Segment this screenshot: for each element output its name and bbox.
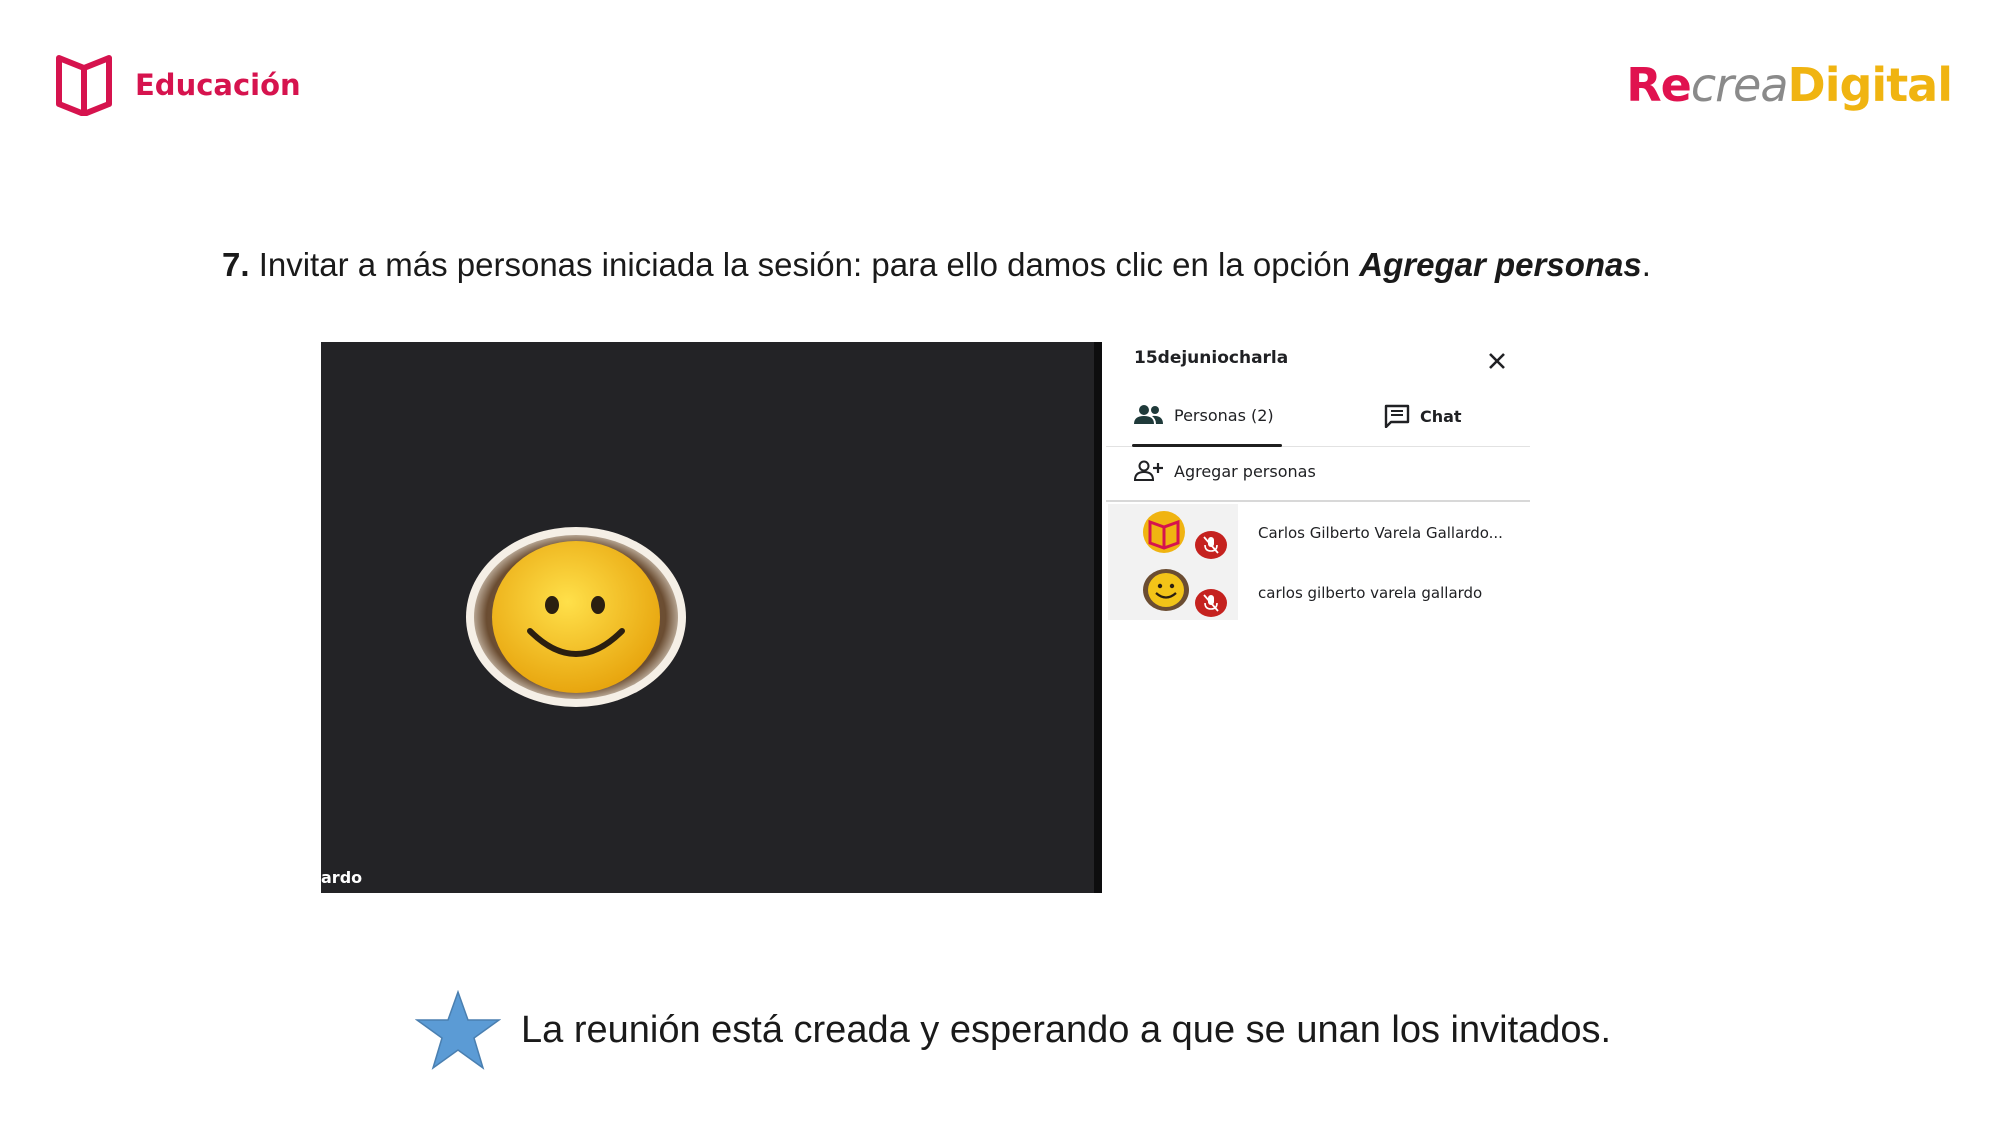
participant-row[interactable]: carlos gilberto varela gallardo xyxy=(1106,562,1530,620)
chat-icon xyxy=(1384,404,1410,428)
tab-chat-label: Chat xyxy=(1420,406,1462,426)
add-person-icon xyxy=(1134,460,1163,481)
participant-name: carlos gilberto varela gallardo xyxy=(1258,584,1483,602)
video-edge xyxy=(1094,342,1102,893)
add-people-button[interactable]: Agregar personas xyxy=(1134,460,1316,482)
logo-crea: crea xyxy=(1690,58,1789,112)
active-tab-indicator xyxy=(1132,444,1282,447)
participant-avatar-box xyxy=(1108,504,1238,562)
add-people-label: Agregar personas xyxy=(1174,461,1316,481)
meeting-title: 15dejuniocharla xyxy=(1134,348,1289,368)
instruction-text: 7. Invitar a más personas iniciada la se… xyxy=(222,246,1651,284)
participant-name: Carlos Gilberto Varela Gallardo... xyxy=(1258,524,1503,542)
panel-tabs: Personas (2) Chat xyxy=(1106,404,1530,447)
star-icon xyxy=(415,990,501,1070)
mic-off-icon xyxy=(1195,531,1227,559)
video-tile[interactable]: ardo xyxy=(321,342,1102,893)
tab-people[interactable]: Personas (2) xyxy=(1134,404,1274,426)
instruction-end: . xyxy=(1641,246,1651,283)
people-panel: 15dejuniocharla Personas (2) Chat Agrega… xyxy=(1106,342,1530,632)
mic-off-icon xyxy=(1195,589,1227,617)
people-icon xyxy=(1134,405,1163,424)
tab-chat[interactable]: Chat xyxy=(1384,404,1462,428)
educacion-logo: Educación xyxy=(55,54,301,116)
divider xyxy=(1106,500,1530,502)
open-book-icon xyxy=(56,55,112,116)
book-avatar-icon xyxy=(1143,511,1185,553)
close-icon[interactable] xyxy=(1484,348,1510,374)
step-number: 7. xyxy=(222,246,250,283)
smiley-avatar xyxy=(466,527,686,707)
brand-name: Educación xyxy=(135,68,301,102)
logo-digital: Digital xyxy=(1787,58,1953,112)
participant-name-tag: ardo xyxy=(321,868,363,887)
footer-note: La reunión está creada y esperando a que… xyxy=(415,990,1611,1070)
participant-avatar-box xyxy=(1108,562,1238,620)
participant-row[interactable]: Carlos Gilberto Varela Gallardo... xyxy=(1106,504,1530,562)
logo-re: Re xyxy=(1626,58,1692,112)
instruction-emphasis: Agregar personas xyxy=(1359,246,1642,283)
recreadigital-logo: RecreaDigital xyxy=(1626,58,1953,112)
note-text: La reunión está creada y esperando a que… xyxy=(521,1008,1612,1051)
instruction-body: Invitar a más personas iniciada la sesió… xyxy=(249,246,1360,283)
tab-people-label: Personas (2) xyxy=(1174,405,1274,425)
smiley-avatar-icon xyxy=(1143,569,1189,611)
